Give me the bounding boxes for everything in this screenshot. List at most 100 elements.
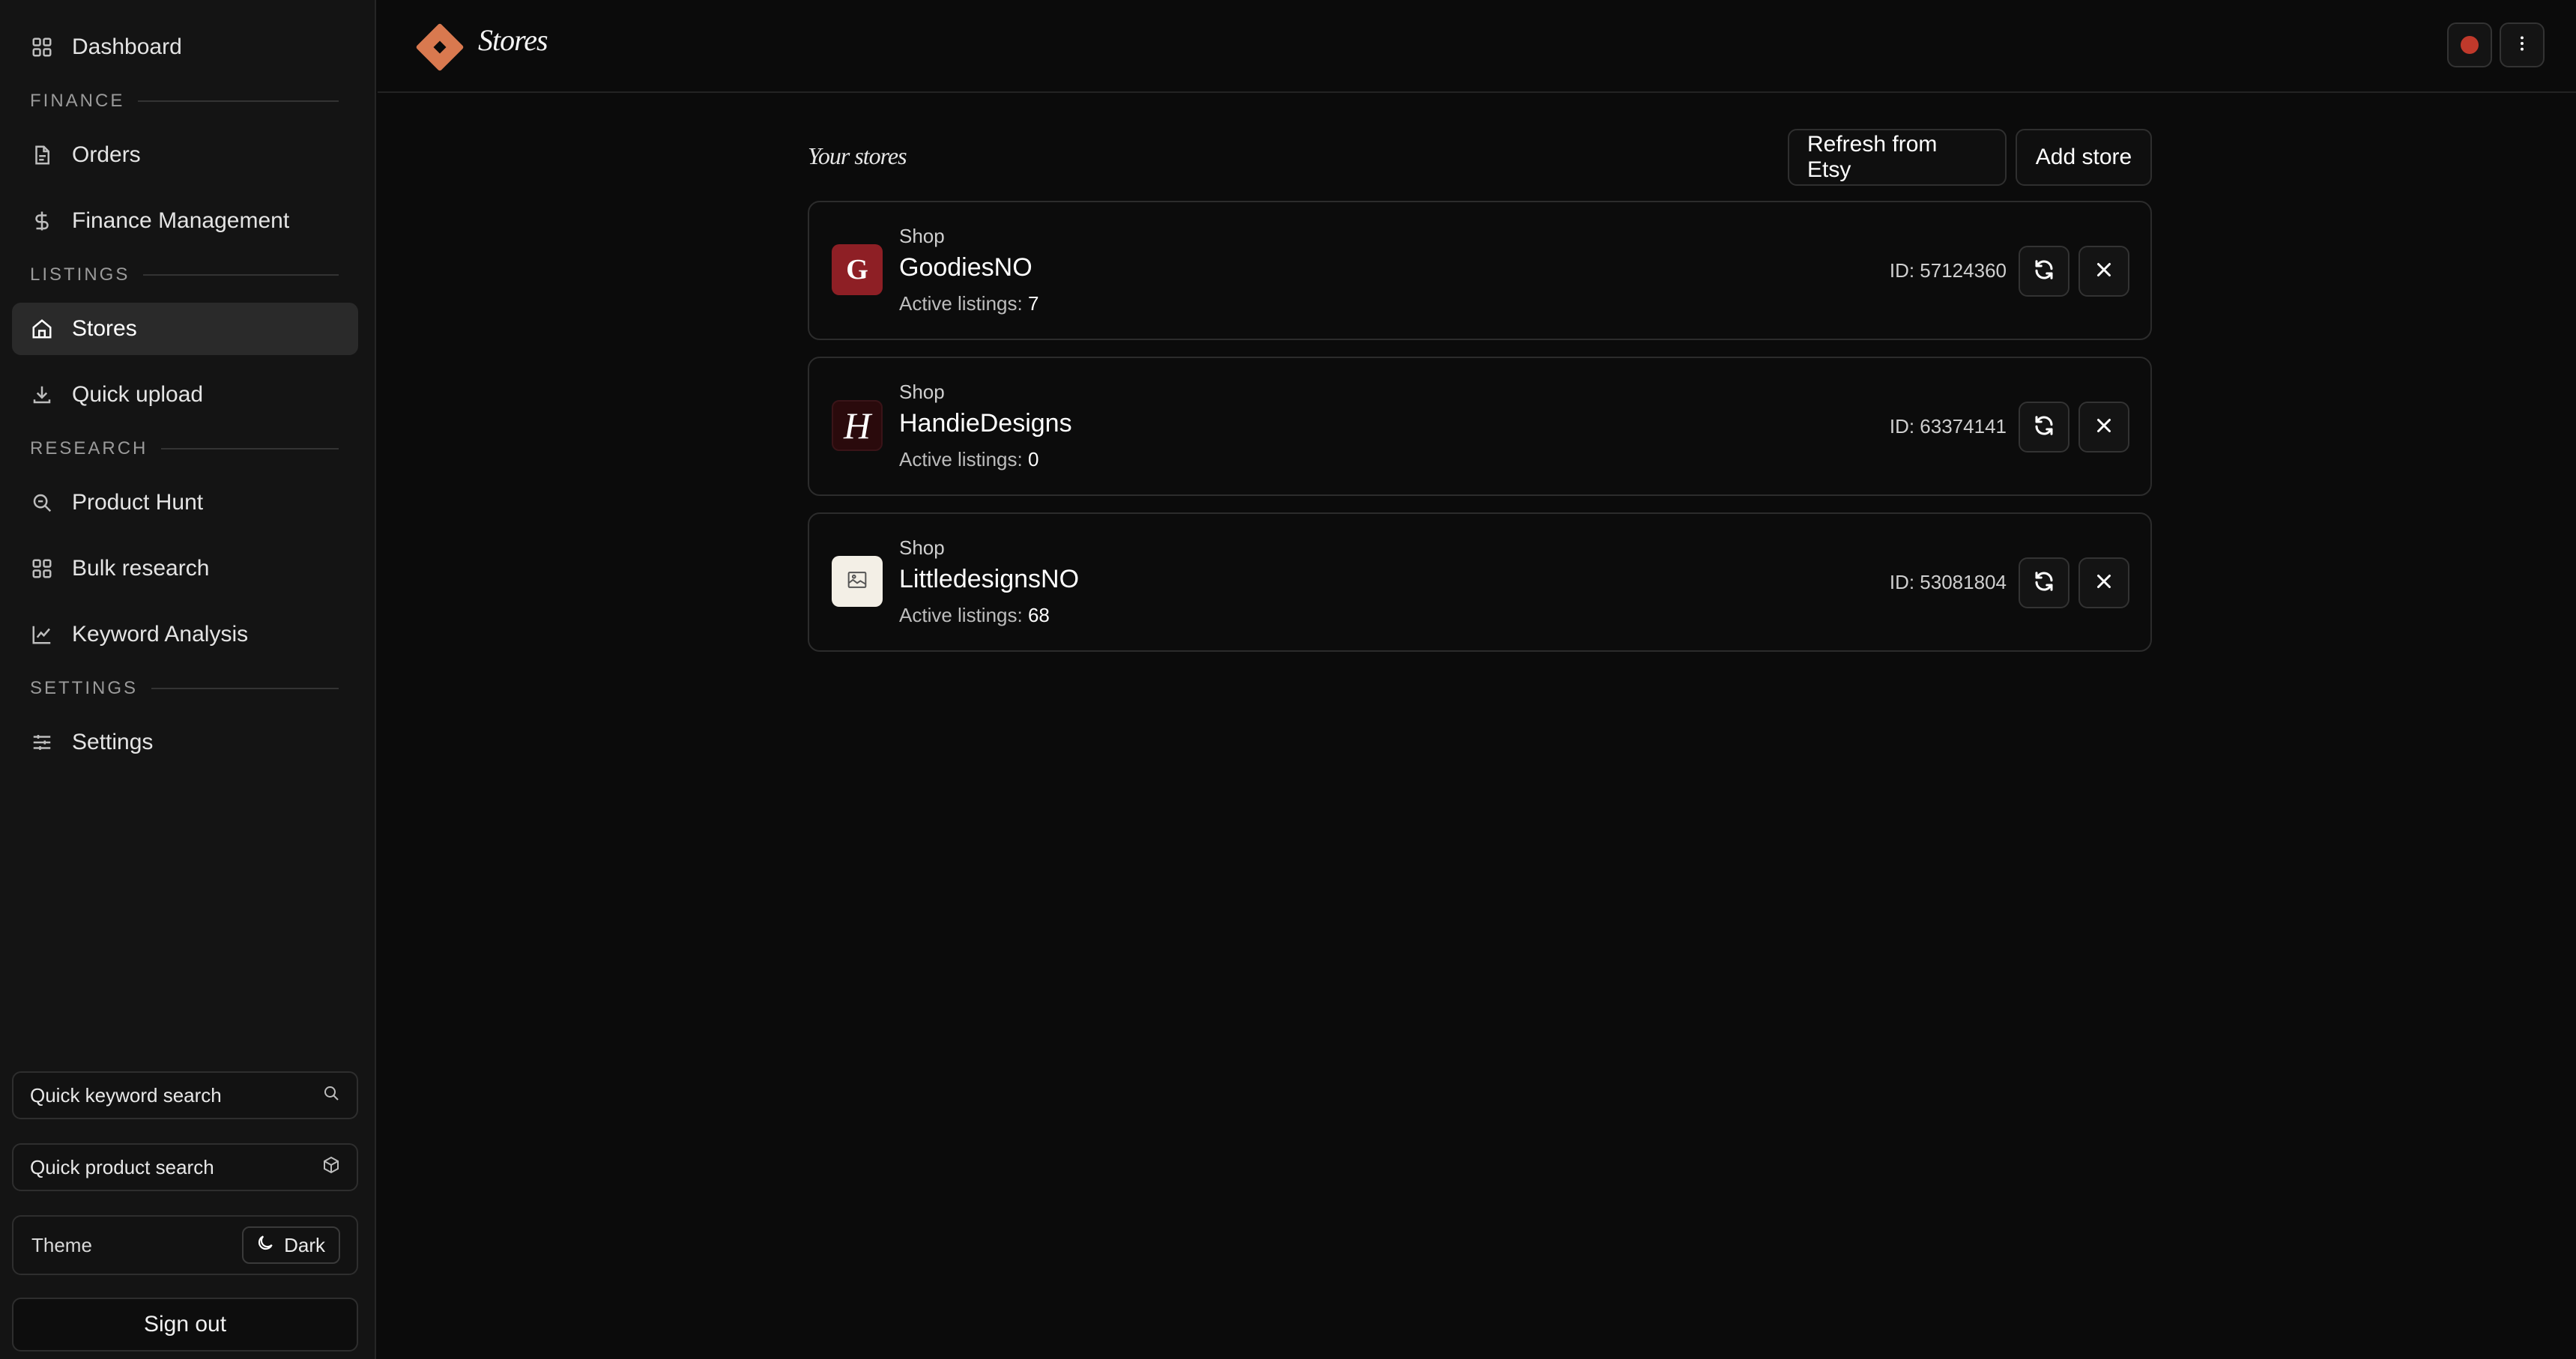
search-zoom-icon bbox=[30, 491, 54, 515]
section-label-text: LISTINGS bbox=[30, 264, 130, 285]
store-listings-count: 68 bbox=[1027, 604, 1050, 626]
sidebar-item-label: Keyword Analysis bbox=[72, 622, 249, 647]
close-icon bbox=[2093, 414, 2115, 441]
section-label-finance: FINANCE bbox=[30, 90, 339, 112]
sidebar-item-label: Finance Management bbox=[72, 208, 290, 233]
store-card: Shop LittledesignsNO Active listings: 68… bbox=[808, 512, 2152, 652]
box-icon bbox=[322, 1156, 340, 1179]
theme-setting: Theme Dark bbox=[12, 1215, 358, 1275]
section-label-text: SETTINGS bbox=[30, 678, 139, 698]
sidebar: Dashboard FINANCE Orders Finance Managem… bbox=[0, 0, 376, 1359]
store-name: GoodiesNO bbox=[899, 253, 1032, 282]
store-id: ID: 57124360 bbox=[1889, 259, 2007, 282]
store-avatar-letter: H bbox=[843, 405, 871, 447]
sidebar-item-orders[interactable]: Orders bbox=[12, 129, 358, 181]
sync-store-button[interactable] bbox=[2019, 246, 2069, 297]
more-options-button[interactable] bbox=[2500, 22, 2545, 67]
record-button[interactable] bbox=[2447, 22, 2492, 67]
top-header: Stores bbox=[378, 0, 2576, 93]
download-icon bbox=[30, 383, 54, 407]
store-listings-label: Active listings: bbox=[899, 292, 1023, 315]
store-kind: Shop bbox=[899, 536, 945, 559]
grid-icon bbox=[30, 557, 54, 581]
store-listings-label: Active listings: bbox=[899, 604, 1023, 626]
store-listings-count: 7 bbox=[1027, 292, 1039, 315]
theme-value: Dark bbox=[284, 1233, 325, 1256]
refresh-icon bbox=[2033, 414, 2055, 441]
moon-icon bbox=[256, 1233, 275, 1258]
refresh-from-etsy-button[interactable]: Refresh from Etsy bbox=[1788, 129, 2007, 186]
record-dot-icon bbox=[2461, 36, 2479, 54]
add-store-button[interactable]: Add store bbox=[2016, 129, 2152, 186]
close-icon bbox=[2093, 570, 2115, 596]
store-avatar bbox=[832, 556, 883, 607]
sidebar-item-label: Bulk research bbox=[72, 556, 210, 581]
sidebar-item-label: Product Hunt bbox=[72, 490, 204, 515]
search-icon bbox=[322, 1084, 340, 1107]
quick-product-search[interactable]: Quick product search bbox=[12, 1143, 358, 1191]
store-kind: Shop bbox=[899, 381, 945, 403]
sidebar-item-finance-management[interactable]: Finance Management bbox=[12, 195, 358, 247]
sidebar-item-keyword-analysis[interactable]: Keyword Analysis bbox=[12, 608, 358, 661]
sign-out-button[interactable]: Sign out bbox=[12, 1298, 358, 1352]
sidebar-item-stores[interactable]: Stores bbox=[12, 303, 358, 355]
refresh-icon bbox=[2033, 258, 2055, 285]
document-icon bbox=[30, 143, 54, 167]
store-listings: Active listings: 7 bbox=[899, 292, 1038, 315]
line-chart-icon bbox=[30, 623, 54, 647]
dollar-icon bbox=[30, 209, 54, 233]
close-icon bbox=[2093, 258, 2115, 285]
divider bbox=[138, 100, 339, 102]
sidebar-item-settings[interactable]: Settings bbox=[12, 716, 358, 769]
home-icon bbox=[30, 317, 54, 341]
section-title: Your stores bbox=[808, 142, 907, 169]
quick-keyword-search-placeholder: Quick keyword search bbox=[30, 1083, 222, 1107]
store-listings-label: Active listings: bbox=[899, 448, 1023, 470]
sidebar-item-label: Stores bbox=[72, 316, 137, 341]
divider bbox=[143, 274, 339, 276]
section-label-research: RESEARCH bbox=[30, 438, 339, 460]
store-avatar: G bbox=[832, 244, 883, 295]
section-label-text: FINANCE bbox=[30, 91, 125, 111]
sidebar-item-product-hunt[interactable]: Product Hunt bbox=[12, 476, 358, 529]
remove-store-button[interactable] bbox=[2078, 246, 2129, 297]
sidebar-item-label: Orders bbox=[72, 142, 141, 167]
sidebar-item-dashboard[interactable]: Dashboard bbox=[12, 21, 358, 73]
divider bbox=[161, 448, 339, 450]
remove-store-button[interactable] bbox=[2078, 402, 2129, 453]
store-card: G Shop GoodiesNO Active listings: 7 ID: … bbox=[808, 201, 2152, 340]
sidebar-item-quick-upload[interactable]: Quick upload bbox=[12, 369, 358, 421]
store-id: ID: 53081804 bbox=[1889, 571, 2007, 593]
store-avatar: H bbox=[832, 400, 883, 451]
store-listings: Active listings: 0 bbox=[899, 448, 1038, 471]
sidebar-item-label: Dashboard bbox=[72, 34, 182, 59]
section-label-settings: SETTINGS bbox=[30, 677, 339, 700]
remove-store-button[interactable] bbox=[2078, 557, 2129, 608]
store-name: HandieDesigns bbox=[899, 409, 1072, 438]
section-label-listings: LISTINGS bbox=[30, 264, 339, 286]
store-avatar-letter: G bbox=[846, 254, 868, 285]
theme-label: Theme bbox=[31, 1233, 92, 1256]
section-label-text: RESEARCH bbox=[30, 438, 148, 458]
store-id: ID: 63374141 bbox=[1889, 415, 2007, 438]
sidebar-item-label: Quick upload bbox=[72, 382, 204, 407]
app-logo bbox=[412, 19, 468, 75]
sync-store-button[interactable] bbox=[2019, 402, 2069, 453]
quick-product-search-placeholder: Quick product search bbox=[30, 1155, 214, 1178]
store-listings-count: 0 bbox=[1027, 448, 1039, 470]
store-kind: Shop bbox=[899, 225, 945, 247]
sliders-icon bbox=[30, 730, 54, 754]
store-name: LittledesignsNO bbox=[899, 565, 1080, 593]
sidebar-item-label: Settings bbox=[72, 730, 154, 754]
quick-keyword-search[interactable]: Quick keyword search bbox=[12, 1071, 358, 1119]
refresh-icon bbox=[2033, 570, 2055, 596]
store-card: H Shop HandieDesigns Active listings: 0 … bbox=[808, 357, 2152, 496]
more-vertical-icon bbox=[2512, 34, 2532, 57]
theme-toggle-button[interactable]: Dark bbox=[242, 1226, 340, 1264]
divider bbox=[151, 688, 339, 689]
sidebar-item-bulk-research[interactable]: Bulk research bbox=[12, 542, 358, 595]
image-placeholder-icon bbox=[844, 567, 870, 596]
sync-store-button[interactable] bbox=[2019, 557, 2069, 608]
store-listings: Active listings: 68 bbox=[899, 604, 1050, 627]
page-title: Stores bbox=[478, 23, 548, 57]
